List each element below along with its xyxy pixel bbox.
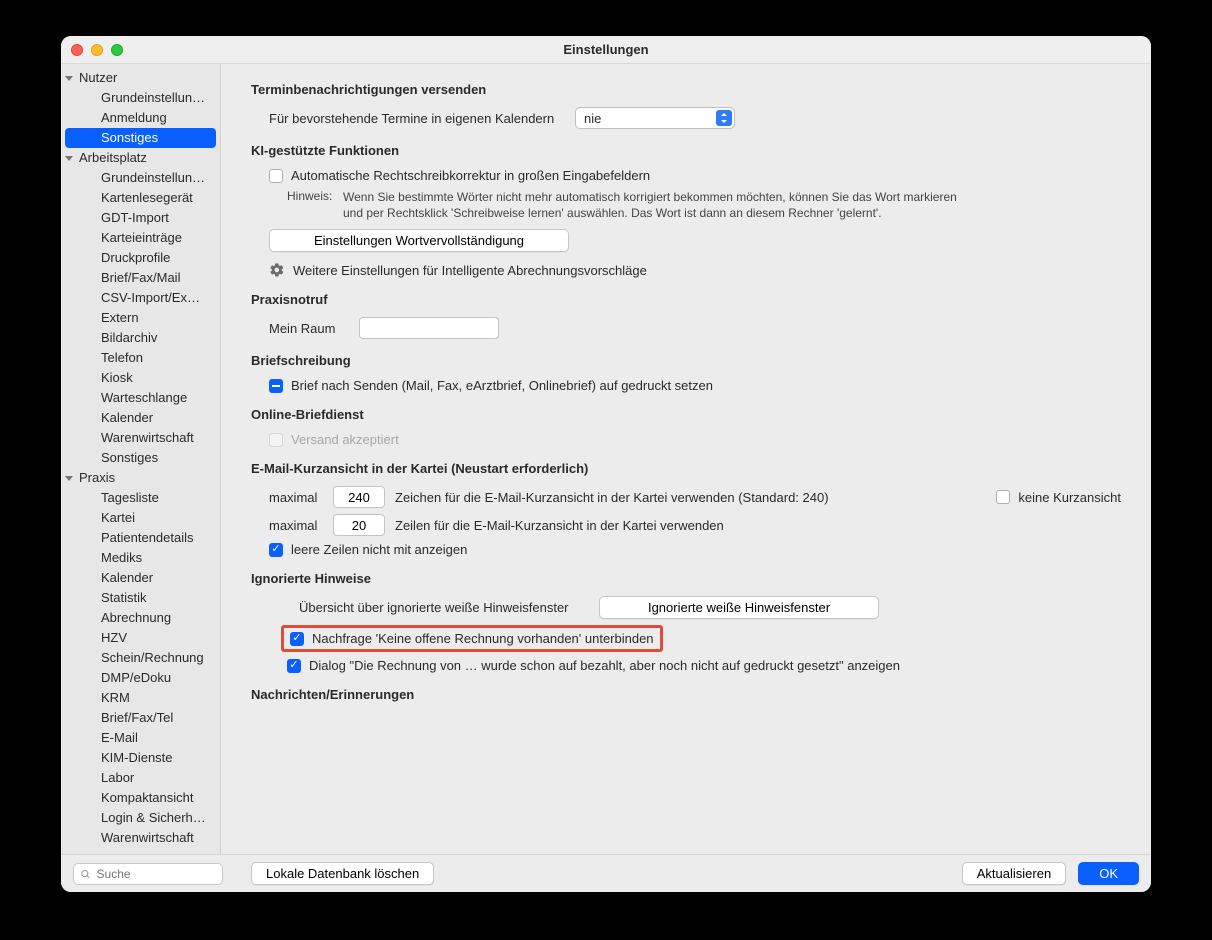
search-icon bbox=[80, 868, 91, 880]
sidebar-item[interactable]: Kiosk bbox=[61, 368, 220, 388]
sidebar-item[interactable]: Extern bbox=[61, 308, 220, 328]
hint-label: Hinweis: bbox=[287, 189, 333, 221]
zoom-icon[interactable] bbox=[111, 44, 123, 56]
footer: Lokale Datenbank löschen Aktualisieren O… bbox=[61, 854, 1151, 892]
hide-empty-lines-label: leere Zeilen nicht mit anzeigen bbox=[291, 542, 467, 557]
spellcheck-label: Automatische Rechtschreibkorrektur in gr… bbox=[291, 168, 650, 183]
preferences-window: Einstellungen NutzerGrundeinstellun…Anme… bbox=[61, 36, 1151, 892]
sidebar-item[interactable]: Kartenlesegerät bbox=[61, 188, 220, 208]
section-notifications: Terminbenachrichtigungen versenden bbox=[251, 82, 1121, 97]
sidebar-item[interactable]: Sonstiges bbox=[61, 448, 220, 468]
sidebar-item[interactable]: HZV bbox=[61, 628, 220, 648]
delete-local-db-button[interactable]: Lokale Datenbank löschen bbox=[251, 862, 434, 885]
search-field[interactable] bbox=[73, 863, 223, 885]
refresh-button[interactable]: Aktualisieren bbox=[962, 862, 1066, 885]
ok-button[interactable]: OK bbox=[1078, 862, 1139, 885]
sidebar-item[interactable]: Brief/Fax/Tel bbox=[61, 708, 220, 728]
hint-text: Wenn Sie bestimmte Wörter nicht mehr aut… bbox=[343, 189, 963, 221]
sidebar-item[interactable]: Schein/Rechnung bbox=[61, 648, 220, 668]
max-chars-input[interactable] bbox=[333, 486, 385, 508]
sidebar-item[interactable]: DMP/eDoku bbox=[61, 668, 220, 688]
sidebar-item[interactable]: Karteieinträge bbox=[61, 228, 220, 248]
ignored-hints-button[interactable]: Ignorierte weiße Hinweisfenster bbox=[599, 596, 879, 619]
sidebar-item[interactable]: KIM-Dienste bbox=[61, 748, 220, 768]
section-ai: KI-gestützte Funktionen bbox=[251, 143, 1121, 158]
titlebar: Einstellungen bbox=[61, 36, 1151, 64]
show-paid-dialog-label: Dialog "Die Rechnung von … wurde schon a… bbox=[309, 658, 900, 673]
sidebar-item[interactable]: Statistik bbox=[61, 588, 220, 608]
sidebar-item[interactable]: Kalender bbox=[61, 408, 220, 428]
max-lines-label: maximal bbox=[269, 518, 323, 533]
sidebar-item[interactable]: Patientendetails bbox=[61, 528, 220, 548]
max-lines-text: Zeilen für die E-Mail-Kurzansicht in der… bbox=[395, 518, 724, 533]
section-messages: Nachrichten/Erinnerungen bbox=[251, 687, 1121, 702]
sidebar-item[interactable]: Telefon bbox=[61, 348, 220, 368]
sidebar-item[interactable]: E-Mail bbox=[61, 728, 220, 748]
search-input[interactable] bbox=[97, 867, 216, 881]
hide-empty-lines-checkbox[interactable] bbox=[269, 543, 283, 557]
section-ignored-hints: Ignorierte Hinweise bbox=[251, 571, 1121, 586]
mark-printed-checkbox[interactable] bbox=[269, 379, 283, 393]
traffic-lights bbox=[71, 44, 123, 56]
shipping-accepted-label: Versand akzeptiert bbox=[291, 432, 399, 447]
sidebar-group[interactable]: Arbeitsplatz bbox=[61, 148, 220, 168]
max-chars-text: Zeichen für die E-Mail-Kurzansicht in de… bbox=[395, 490, 829, 505]
sidebar-item[interactable]: Kartei bbox=[61, 508, 220, 528]
sidebar-item[interactable]: Druckprofile bbox=[61, 248, 220, 268]
sidebar-item[interactable]: Warenwirtschaft bbox=[61, 828, 220, 848]
sidebar-item[interactable]: Grundeinstellun… bbox=[61, 168, 220, 188]
sidebar-item[interactable]: KRM bbox=[61, 688, 220, 708]
sidebar-item[interactable]: Warteschlange bbox=[61, 388, 220, 408]
sidebar-item[interactable]: Warenwirtschaft bbox=[61, 428, 220, 448]
ignored-overview-label: Übersicht über ignorierte weiße Hinweisf… bbox=[299, 600, 589, 615]
notification-frequency-select[interactable]: nie bbox=[575, 107, 735, 129]
no-preview-checkbox[interactable] bbox=[996, 490, 1010, 504]
no-preview-label: keine Kurzansicht bbox=[1018, 490, 1121, 505]
select-value: nie bbox=[584, 111, 601, 126]
chevron-updown-icon bbox=[716, 110, 732, 126]
section-email-preview: E-Mail-Kurzansicht in der Kartei (Neusta… bbox=[251, 461, 1121, 476]
sidebar-item[interactable]: Kompaktansicht bbox=[61, 788, 220, 808]
sidebar-item[interactable]: GDT-Import bbox=[61, 208, 220, 228]
section-emergency: Praxisnotruf bbox=[251, 292, 1121, 307]
sidebar-item[interactable]: Abrechnung bbox=[61, 608, 220, 628]
max-lines-input[interactable] bbox=[333, 514, 385, 536]
suppress-no-invoice-checkbox[interactable] bbox=[290, 632, 304, 646]
content-pane: Terminbenachrichtigungen versenden Für b… bbox=[221, 64, 1151, 854]
suppress-no-invoice-label: Nachfrage 'Keine offene Rechnung vorhand… bbox=[312, 631, 654, 646]
sidebar-item[interactable]: Tagesliste bbox=[61, 488, 220, 508]
sidebar-item[interactable]: Labor bbox=[61, 768, 220, 788]
sidebar-item[interactable]: Kalender bbox=[61, 568, 220, 588]
highlighted-option: Nachfrage 'Keine offene Rechnung vorhand… bbox=[281, 625, 663, 652]
mark-printed-label: Brief nach Senden (Mail, Fax, eArztbrief… bbox=[291, 378, 713, 393]
section-letter: Briefschreibung bbox=[251, 353, 1121, 368]
show-paid-dialog-checkbox[interactable] bbox=[287, 659, 301, 673]
sidebar-group[interactable]: Nutzer bbox=[61, 68, 220, 88]
section-online-letter: Online-Briefdienst bbox=[251, 407, 1121, 422]
sidebar-item[interactable]: Anmeldung bbox=[61, 108, 220, 128]
sidebar-item[interactable]: Mediks bbox=[61, 548, 220, 568]
sidebar-item[interactable]: Grundeinstellun… bbox=[61, 88, 220, 108]
gear-icon[interactable] bbox=[269, 262, 285, 278]
sidebar[interactable]: NutzerGrundeinstellun…AnmeldungSonstiges… bbox=[61, 64, 221, 854]
sidebar-item[interactable]: CSV-Import/Ex… bbox=[61, 288, 220, 308]
my-room-input[interactable] bbox=[359, 317, 499, 339]
billing-suggestions-label: Weitere Einstellungen für Intelligente A… bbox=[293, 263, 647, 278]
sidebar-item[interactable]: Login & Sicherh… bbox=[61, 808, 220, 828]
my-room-label: Mein Raum bbox=[269, 321, 349, 336]
max-chars-label: maximal bbox=[269, 490, 323, 505]
shipping-accepted-checkbox bbox=[269, 433, 283, 447]
minimize-icon[interactable] bbox=[91, 44, 103, 56]
spellcheck-checkbox[interactable] bbox=[269, 169, 283, 183]
sidebar-item[interactable]: Brief/Fax/Mail bbox=[61, 268, 220, 288]
close-icon[interactable] bbox=[71, 44, 83, 56]
sidebar-item[interactable]: Bildarchiv bbox=[61, 328, 220, 348]
sidebar-group[interactable]: Praxis bbox=[61, 468, 220, 488]
word-completion-settings-button[interactable]: Einstellungen Wortvervollständigung bbox=[269, 229, 569, 252]
upcoming-appts-label: Für bevorstehende Termine in eigenen Kal… bbox=[269, 111, 565, 126]
sidebar-item[interactable]: Sonstiges bbox=[65, 128, 216, 148]
window-title: Einstellungen bbox=[563, 42, 648, 57]
